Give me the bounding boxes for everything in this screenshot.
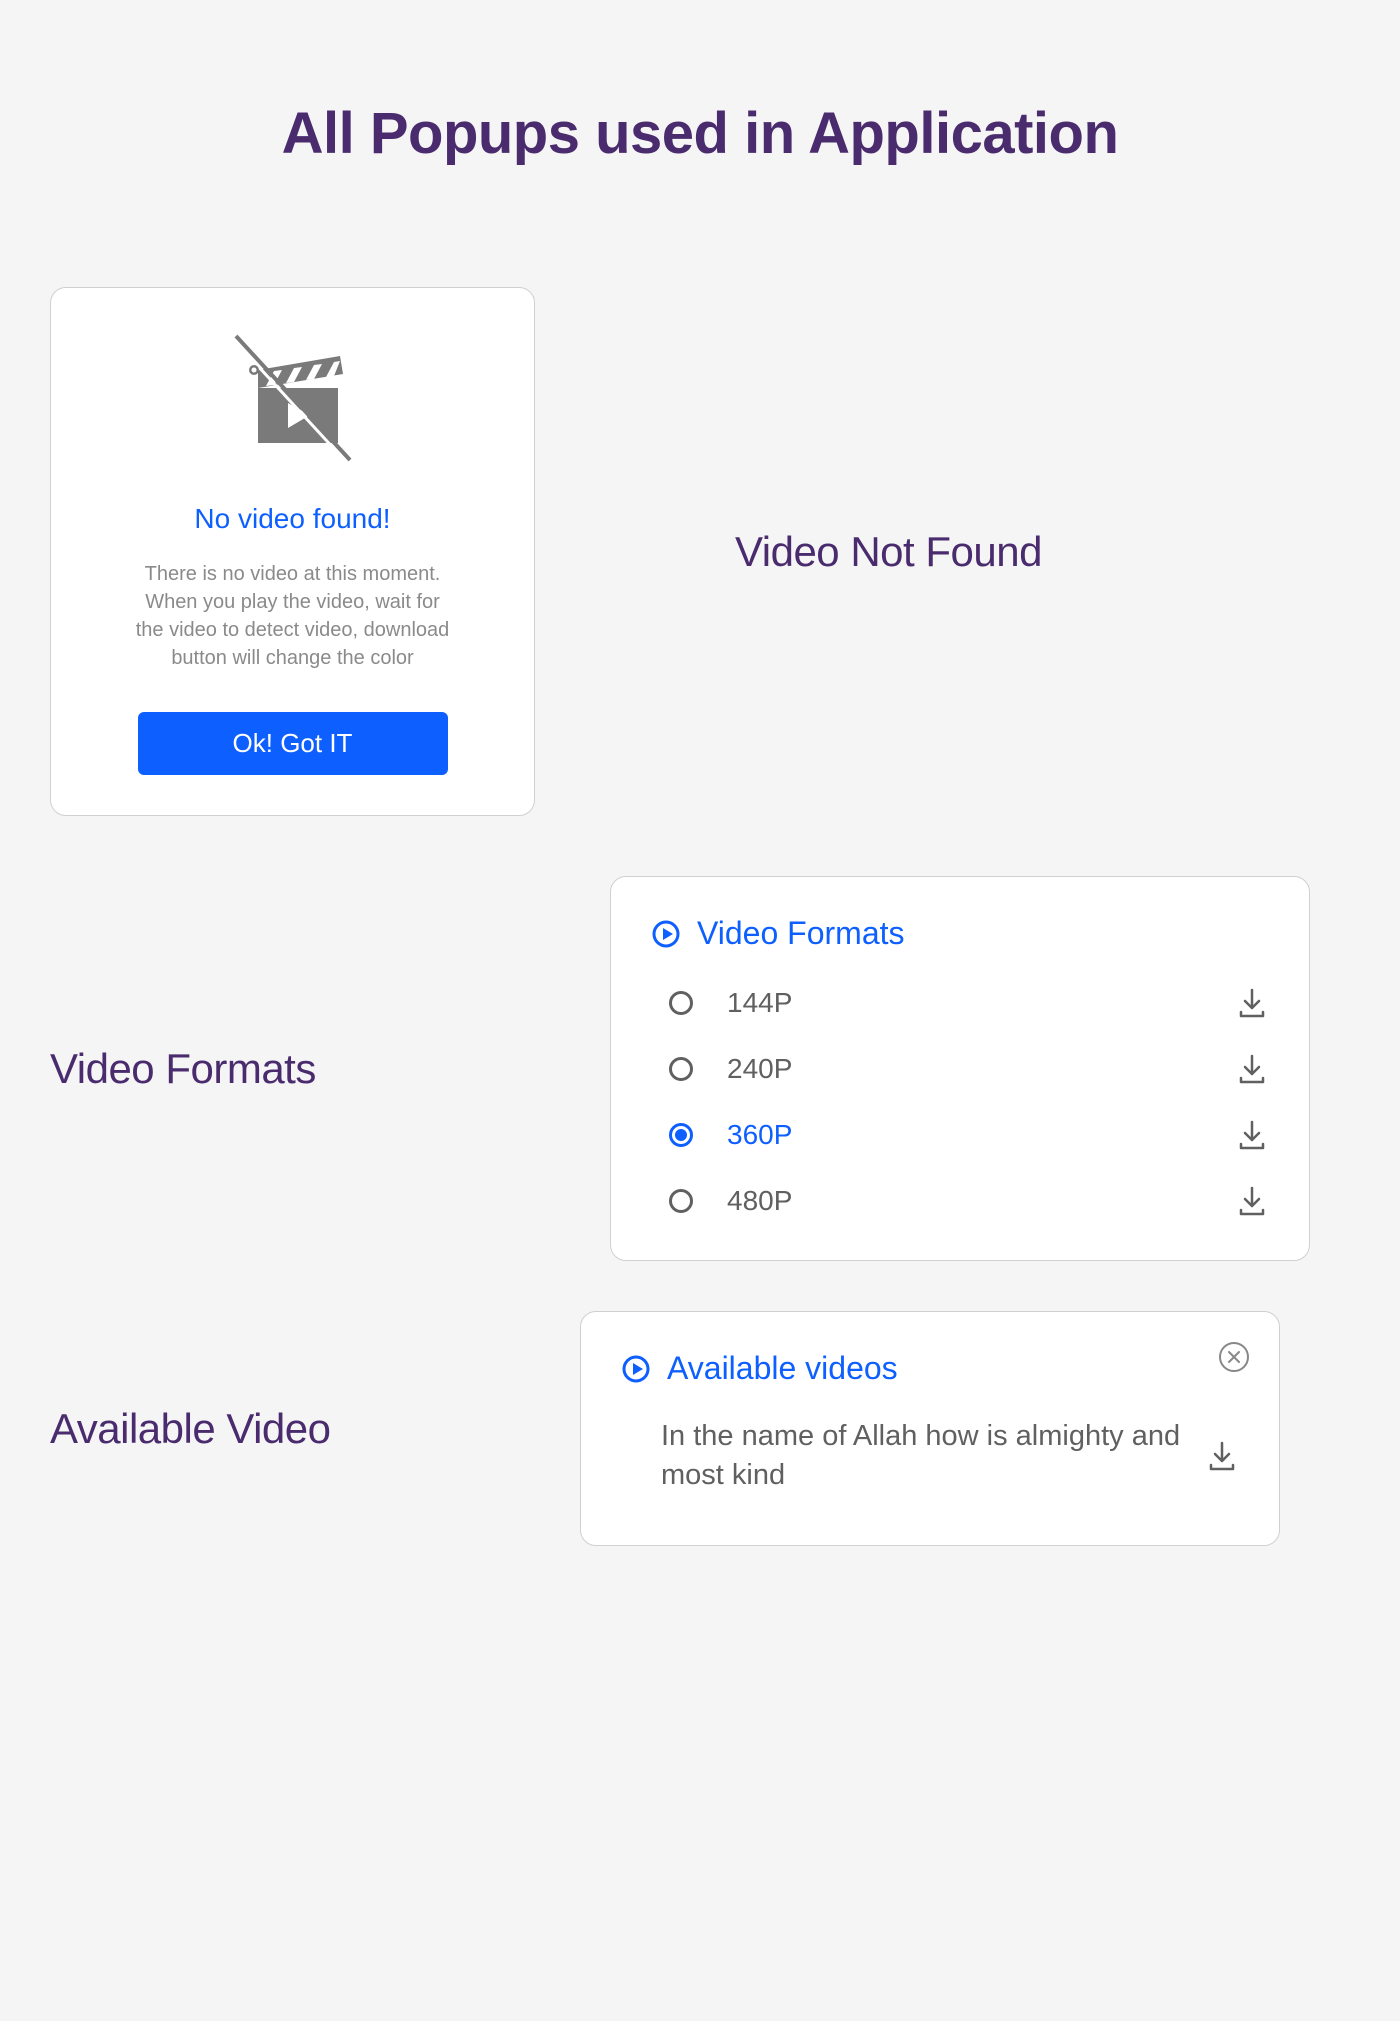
no-video-description: There is no video at this moment. When y…: [133, 560, 453, 672]
video-formats-header: Video Formats: [697, 915, 905, 952]
format-option-144p[interactable]: 144P: [651, 974, 1269, 1032]
download-icon[interactable]: [1235, 1052, 1269, 1086]
play-circle-icon: [621, 1354, 651, 1384]
download-icon[interactable]: [1235, 986, 1269, 1020]
format-option-240p[interactable]: 240P: [651, 1040, 1269, 1098]
ok-got-it-button[interactable]: Ok! Got IT: [138, 712, 448, 775]
no-video-title: No video found!: [81, 503, 504, 535]
format-label: 360P: [713, 1119, 1215, 1151]
no-video-popup: No video found! There is no video at thi…: [50, 287, 535, 816]
radio-icon: [669, 991, 693, 1015]
section-label-video-not-found: Video Not Found: [735, 528, 1350, 576]
download-icon[interactable]: [1235, 1118, 1269, 1152]
radio-icon: [669, 1057, 693, 1081]
no-video-clapper-icon: [81, 328, 504, 468]
format-option-360p[interactable]: 360P: [651, 1106, 1269, 1164]
page-title: All Popups used in Application: [0, 0, 1400, 167]
video-formats-popup: Video Formats 144P 240P: [610, 876, 1310, 1261]
radio-icon: [669, 1189, 693, 1213]
video-item-title: In the name of Allah how is almighty and…: [661, 1417, 1205, 1495]
format-option-480p[interactable]: 480P: [651, 1172, 1269, 1230]
download-icon[interactable]: [1205, 1439, 1239, 1473]
available-videos-header: Available videos: [667, 1350, 898, 1387]
close-icon[interactable]: [1219, 1342, 1249, 1372]
format-label: 144P: [713, 987, 1215, 1019]
format-label: 480P: [713, 1185, 1215, 1217]
section-label-available-video: Available Video: [50, 1405, 530, 1453]
format-list: 144P 240P 360P: [651, 974, 1269, 1230]
available-video-item[interactable]: In the name of Allah how is almighty and…: [621, 1417, 1239, 1495]
download-icon[interactable]: [1235, 1184, 1269, 1218]
available-videos-popup: Available videos In the name of Allah ho…: [580, 1311, 1280, 1546]
format-label: 240P: [713, 1053, 1215, 1085]
section-label-video-formats: Video Formats: [50, 1045, 530, 1093]
play-circle-icon: [651, 919, 681, 949]
radio-icon: [669, 1123, 693, 1147]
